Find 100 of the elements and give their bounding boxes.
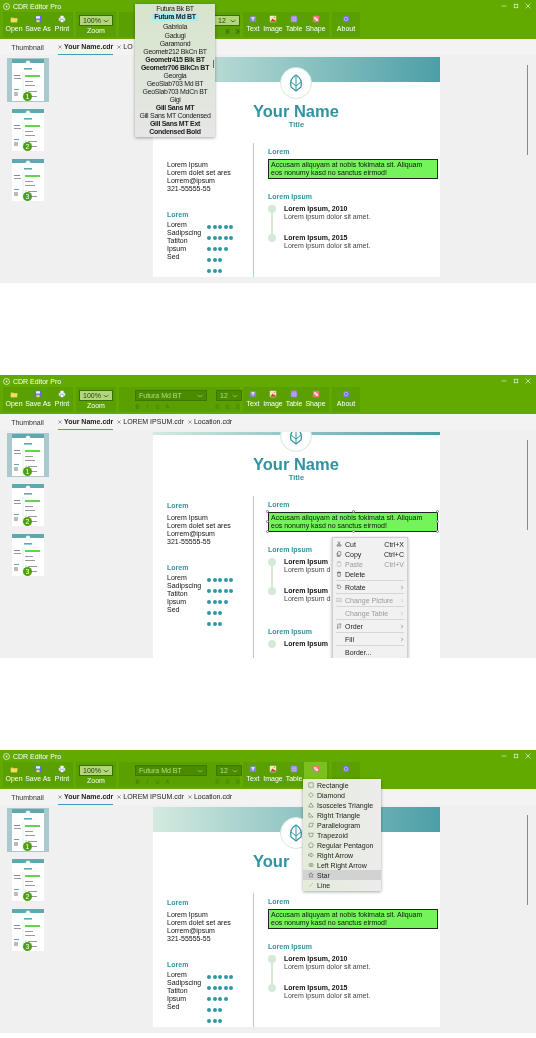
copy-icon	[336, 551, 342, 557]
maximize-icon[interactable]	[513, 3, 519, 9]
thumbnail-drawing	[11, 484, 44, 526]
image-icon	[269, 15, 277, 23]
thumbnail-drawing	[11, 434, 44, 476]
shapes-icon	[311, 390, 320, 398]
right-triangle-icon	[308, 812, 314, 818]
folder-icon	[10, 15, 18, 23]
resize-handle[interactable]	[266, 520, 269, 523]
thumbnail-drawing	[11, 109, 44, 151]
info-icon	[342, 390, 350, 398]
thumbnail-drawing	[11, 909, 44, 951]
close-icon[interactable]	[525, 378, 531, 384]
text-box-icon	[249, 765, 257, 773]
parallelogram-icon	[308, 822, 314, 828]
shapes-icon	[311, 765, 320, 773]
diamond-icon	[308, 792, 314, 798]
close-icon	[58, 44, 62, 49]
text-box-icon	[249, 390, 257, 398]
caret-icon	[103, 768, 109, 773]
bold-icon	[135, 779, 140, 784]
leaf-icon	[288, 432, 304, 445]
chevron-icon	[400, 584, 404, 590]
text-box-icon	[249, 15, 257, 23]
close-icon	[58, 794, 62, 799]
shapes-icon	[311, 15, 320, 23]
scissors-icon	[336, 541, 342, 547]
table-icon	[290, 765, 298, 773]
info-icon	[342, 15, 350, 23]
name-heading: Your Name	[253, 455, 339, 473]
pentagon-icon	[308, 842, 314, 848]
scrollbar-thumb[interactable]	[212, 60, 214, 68]
caret-icon	[197, 393, 203, 398]
close-icon[interactable]	[525, 753, 531, 759]
info-icon	[342, 765, 350, 773]
bold-icon	[135, 404, 140, 409]
chevron-icon	[400, 636, 404, 642]
printer-icon	[58, 15, 66, 23]
caret-icon	[232, 393, 238, 398]
name-heading: Your	[253, 852, 290, 870]
resize-handle[interactable]	[266, 510, 269, 513]
resize-handle[interactable]	[266, 530, 269, 533]
right-arrow-icon	[308, 852, 314, 858]
app-logo-icon	[3, 377, 10, 385]
star-icon	[308, 872, 314, 878]
folder-icon	[10, 765, 18, 773]
resize-handle[interactable]	[352, 530, 355, 533]
table-icon	[290, 15, 298, 23]
line-icon	[308, 882, 314, 888]
image-icon	[336, 597, 342, 603]
leaf-icon	[288, 824, 304, 842]
caret-icon	[232, 768, 238, 773]
image-icon	[269, 390, 277, 398]
align-center-icon	[225, 29, 230, 34]
close-icon	[117, 44, 122, 49]
triangle-icon	[308, 802, 314, 808]
close-icon	[117, 419, 122, 424]
printer-icon	[58, 765, 66, 773]
align-right-icon	[235, 779, 240, 784]
thumbnail-drawing	[11, 809, 44, 851]
close-icon[interactable]	[525, 3, 531, 9]
printer-icon	[58, 390, 66, 398]
name-heading: Your Name	[253, 102, 339, 120]
thumbnail-drawing	[11, 159, 44, 201]
scrollbar[interactable]	[526, 65, 528, 155]
caret-icon	[103, 393, 109, 398]
resize-handle[interactable]	[352, 510, 355, 513]
timeline-dot	[268, 640, 276, 648]
app-logo-icon	[3, 752, 10, 760]
left-right-arrow-icon	[308, 862, 314, 868]
maximize-icon[interactable]	[513, 753, 519, 759]
scrollbar[interactable]	[526, 815, 528, 905]
close-icon	[58, 419, 62, 424]
caret-icon	[197, 768, 203, 773]
close-icon	[187, 794, 192, 799]
caret-icon	[103, 18, 109, 23]
close-icon	[187, 419, 192, 424]
folder-icon	[10, 390, 18, 398]
scrollbar[interactable]	[526, 440, 528, 530]
align-right-icon	[235, 404, 240, 409]
leaf-icon	[288, 74, 304, 92]
thumbnail-drawing	[11, 534, 44, 576]
trash-icon	[336, 571, 342, 577]
thumbnail-drawing	[11, 859, 44, 901]
rotate-icon	[336, 584, 342, 590]
close-icon	[117, 794, 122, 799]
resize-handle[interactable]	[436, 520, 439, 523]
sort-icon	[336, 623, 342, 629]
maximize-icon[interactable]	[513, 378, 519, 384]
align-right-icon	[235, 29, 240, 34]
image-icon	[269, 765, 277, 773]
table-icon	[290, 390, 298, 398]
clipboard-icon	[336, 561, 342, 567]
app-logo-icon	[3, 2, 10, 10]
resize-handle[interactable]	[436, 510, 439, 513]
resize-handle[interactable]	[436, 530, 439, 533]
trapezoid-icon	[308, 832, 314, 838]
chevron-icon	[400, 623, 404, 629]
thumbnail-drawing	[11, 59, 44, 101]
caret-icon	[230, 18, 236, 23]
